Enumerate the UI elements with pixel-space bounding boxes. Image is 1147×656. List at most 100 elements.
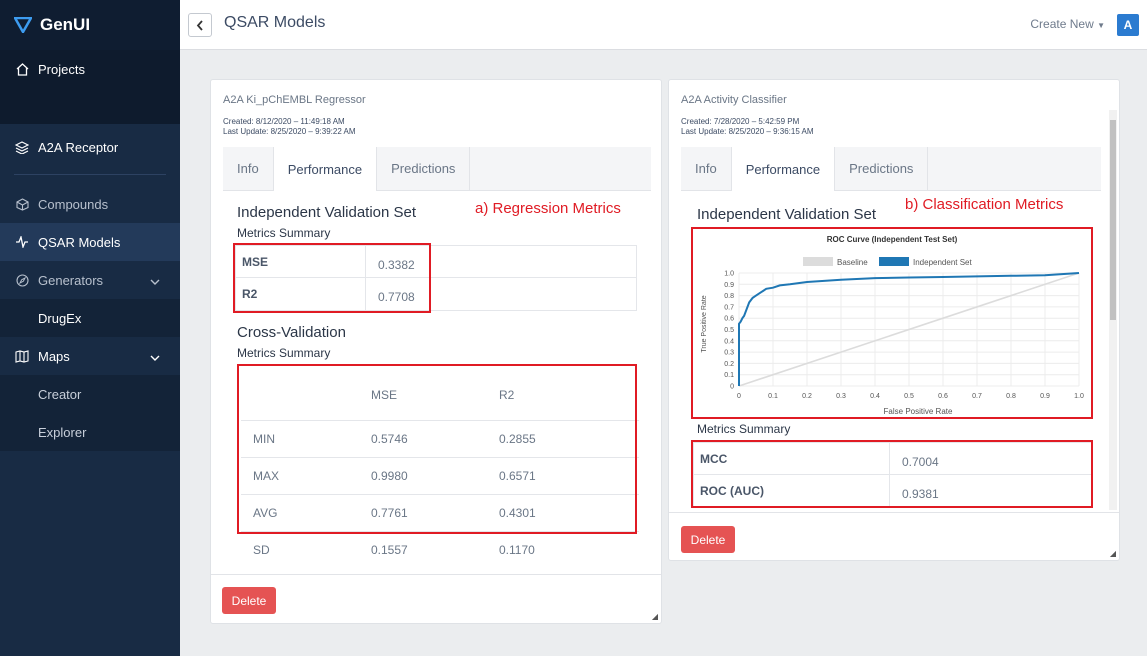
sidebar-item-projects[interactable]: Projects bbox=[0, 50, 180, 88]
tab-info[interactable]: Info bbox=[681, 147, 732, 190]
x-axis-label: False Positive Rate bbox=[884, 407, 953, 416]
sidebar-item-label: Explorer bbox=[38, 424, 87, 440]
y-tick-label: 0.1 bbox=[724, 372, 734, 379]
sidebar: GenUI Projects A2A Receptor Compounds QS… bbox=[0, 0, 180, 656]
chart-title: ROC Curve (Independent Test Set) bbox=[827, 235, 958, 244]
sidebar-item-project[interactable]: A2A Receptor bbox=[0, 124, 180, 170]
y-tick-label: 0.6 bbox=[724, 316, 734, 323]
card-footer bbox=[211, 574, 661, 575]
header: QSAR Models Create New ▼ A bbox=[180, 0, 1147, 50]
tab-performance[interactable]: Performance bbox=[273, 147, 378, 191]
activity-icon bbox=[14, 234, 30, 250]
y-tick-label: 0.5 bbox=[724, 327, 734, 334]
x-tick-label: 0.7 bbox=[972, 393, 982, 400]
sidebar-item-label: Compounds bbox=[38, 196, 109, 212]
page-title: QSAR Models bbox=[224, 14, 326, 31]
model-title: A2A Activity Classifier bbox=[681, 94, 787, 106]
scrollbar[interactable] bbox=[1109, 110, 1117, 510]
sidebar-item-generators[interactable]: Generators bbox=[0, 261, 180, 299]
annotation-box bbox=[691, 440, 1093, 508]
sidebar-item-drugex[interactable]: DrugEx bbox=[0, 299, 180, 337]
y-tick-label: 1.0 bbox=[724, 271, 734, 278]
updated-date: Last Update: 8/25/2020 – 9:39:22 AM bbox=[223, 127, 356, 136]
cv-title: Cross-Validation bbox=[237, 324, 346, 341]
x-tick-label: 0.1 bbox=[768, 393, 778, 400]
divider bbox=[14, 174, 166, 175]
legend-label-baseline: Baseline bbox=[837, 258, 868, 267]
sidebar-item-label: Projects bbox=[38, 61, 85, 77]
sidebar-item-compounds[interactable]: Compounds bbox=[0, 185, 180, 223]
sidebar-item-label: DrugEx bbox=[38, 310, 82, 326]
map-icon bbox=[14, 348, 30, 364]
model-tabs: Info Performance Predictions bbox=[681, 147, 1101, 191]
sidebar-item-label: A2A Receptor bbox=[38, 139, 119, 155]
genui-logo-icon bbox=[14, 17, 32, 33]
delete-button[interactable]: Delete bbox=[681, 526, 735, 553]
model-tabs: Info Performance Predictions bbox=[223, 147, 651, 191]
roc-chart: ROC Curve (Independent Test Set) Baselin… bbox=[701, 235, 1084, 416]
y-tick-label: 0.8 bbox=[724, 293, 734, 300]
table-cell: 0.1170 bbox=[487, 530, 639, 568]
scrollbar-thumb[interactable] bbox=[1110, 120, 1116, 320]
x-tick-label: 0.6 bbox=[938, 393, 948, 400]
sidebar-item-qsar-models[interactable]: QSAR Models bbox=[0, 223, 180, 261]
y-tick-label: 0 bbox=[730, 384, 734, 391]
sidebar-item-creator[interactable]: Creator bbox=[0, 375, 180, 413]
sidebar-item-label: Generators bbox=[38, 272, 104, 288]
table-cell: SD bbox=[241, 530, 359, 568]
chevron-left-icon bbox=[196, 19, 203, 31]
updated-date: Last Update: 8/25/2020 – 9:36:15 AM bbox=[681, 127, 814, 136]
tab-predictions[interactable]: Predictions bbox=[377, 147, 471, 190]
tab-info[interactable]: Info bbox=[223, 147, 274, 190]
annotation-box bbox=[237, 364, 637, 534]
created-date: Created: 8/12/2020 – 11:49:18 AM bbox=[223, 117, 345, 126]
resize-handle-icon[interactable]: ◢ bbox=[652, 612, 658, 621]
model-title: A2A Ki_pChEMBL Regressor bbox=[223, 94, 366, 106]
resize-handle-icon[interactable]: ◢ bbox=[1110, 549, 1116, 558]
x-tick-label: 0 bbox=[737, 393, 741, 400]
brand-name: GenUI bbox=[40, 15, 91, 34]
table-cell: 0.1557 bbox=[359, 530, 487, 568]
tab-predictions[interactable]: Predictions bbox=[835, 147, 929, 190]
card-footer bbox=[669, 512, 1119, 513]
avatar[interactable]: A bbox=[1117, 14, 1139, 36]
regressor-card: A2A Ki_pChEMBL Regressor Created: 8/12/2… bbox=[210, 79, 662, 624]
y-tick-label: 0.9 bbox=[724, 282, 734, 289]
created-date: Created: 7/28/2020 – 5:42:59 PM bbox=[681, 117, 800, 126]
metrics-summary-label: Metrics Summary bbox=[697, 422, 791, 436]
brand[interactable]: GenUI bbox=[0, 0, 180, 50]
annotation-box bbox=[233, 243, 431, 313]
table-row: SD 0.1557 0.1170 bbox=[241, 530, 639, 568]
legend-swatch-independent bbox=[879, 257, 909, 266]
sidebar-item-maps[interactable]: Maps bbox=[0, 337, 180, 375]
x-tick-label: 0.2 bbox=[802, 393, 812, 400]
caret-down-icon: ▼ bbox=[1097, 21, 1105, 30]
home-icon bbox=[14, 61, 30, 77]
sidebar-item-label: Creator bbox=[38, 386, 82, 402]
x-tick-label: 1.0 bbox=[1074, 393, 1084, 400]
model-dates: Created: 7/28/2020 – 5:42:59 PM Last Upd… bbox=[681, 117, 814, 137]
cv-summary-label: Metrics Summary bbox=[237, 346, 331, 360]
y-tick-label: 0.4 bbox=[724, 338, 734, 345]
x-tick-label: 0.5 bbox=[904, 393, 914, 400]
validation-title: Independent Validation Set bbox=[237, 204, 417, 221]
classifier-card: A2A Activity Classifier Created: 7/28/20… bbox=[668, 79, 1120, 561]
legend-swatch-baseline bbox=[803, 257, 833, 266]
chevron-down-icon bbox=[150, 350, 160, 365]
y-tick-label: 0.3 bbox=[724, 350, 734, 357]
layers-icon bbox=[14, 139, 30, 155]
tab-performance[interactable]: Performance bbox=[731, 147, 836, 191]
create-new-label: Create New bbox=[1030, 17, 1094, 31]
metrics-summary-label: Metrics Summary bbox=[237, 226, 331, 240]
model-dates: Created: 8/12/2020 – 11:49:18 AM Last Up… bbox=[223, 117, 356, 137]
legend-label-independent: Independent Set bbox=[913, 258, 972, 267]
sidebar-item-explorer[interactable]: Explorer bbox=[0, 413, 180, 451]
back-button[interactable] bbox=[188, 13, 212, 37]
create-new-dropdown[interactable]: Create New ▼ bbox=[1030, 17, 1105, 31]
classification-annotation: b) Classification Metrics bbox=[905, 196, 1064, 213]
x-tick-label: 0.4 bbox=[870, 393, 880, 400]
x-tick-label: 0.8 bbox=[1006, 393, 1016, 400]
cube-icon bbox=[14, 196, 30, 212]
delete-button[interactable]: Delete bbox=[222, 587, 276, 614]
x-tick-label: 0.9 bbox=[1040, 393, 1050, 400]
